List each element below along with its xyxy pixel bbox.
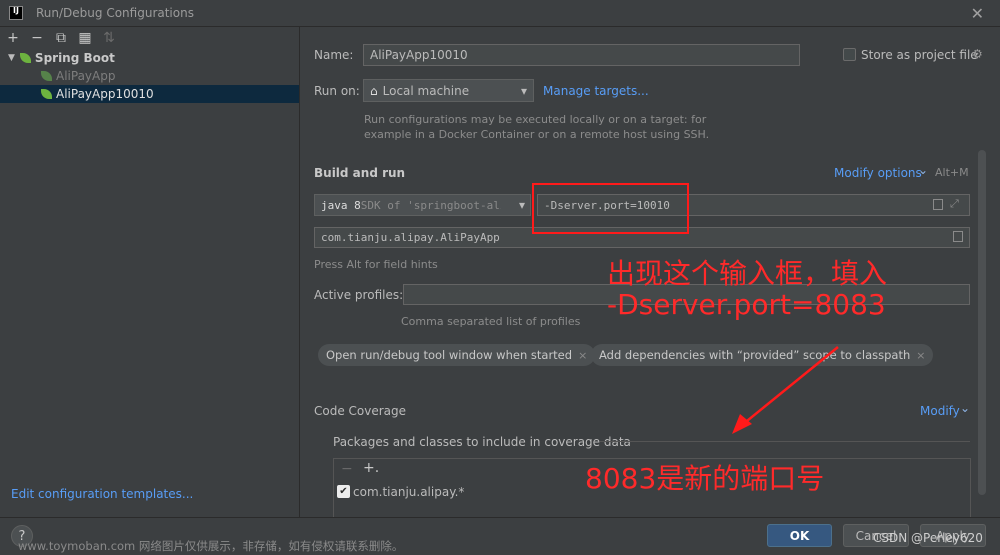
ok-button[interactable]: OK <box>767 524 832 547</box>
watermark-left: www.toymoban.com 网络图片仅供展示，非存储，如有侵权请联系删除。 <box>18 539 404 553</box>
arrow-shaft <box>741 346 839 426</box>
annotation-arrow <box>732 346 839 434</box>
arrow-head <box>732 414 752 434</box>
watermark-right: CSDN @Perley620 <box>873 531 983 545</box>
